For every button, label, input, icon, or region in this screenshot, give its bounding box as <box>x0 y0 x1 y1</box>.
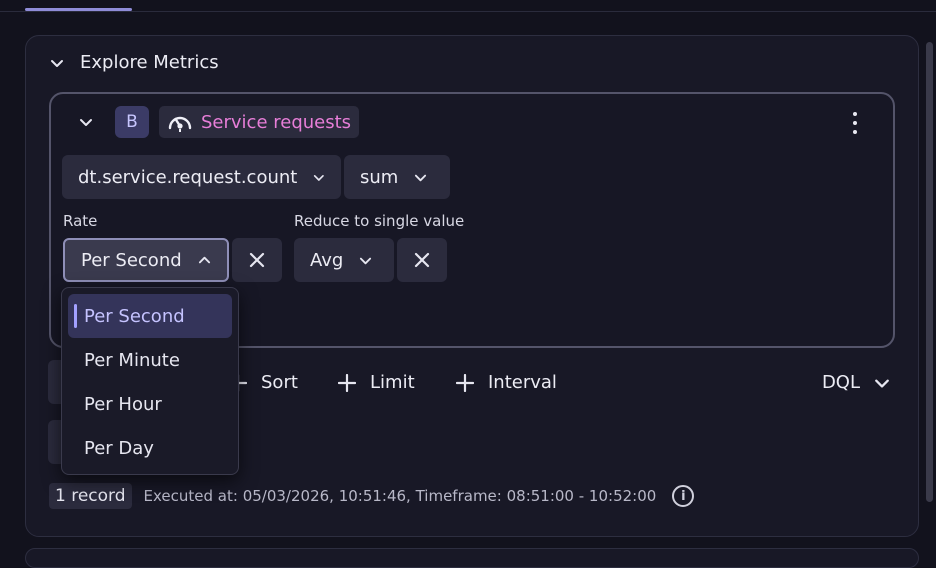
top-tab-bar <box>0 0 936 12</box>
close-icon <box>249 252 265 268</box>
interval-label: Interval <box>488 372 557 393</box>
service-pill[interactable]: Service requests <box>159 106 360 138</box>
record-count-badge: 1 record <box>49 483 132 509</box>
rate-select-value: Per Second <box>81 249 182 271</box>
limit-button[interactable]: Limit <box>338 372 415 393</box>
clear-reduce-button[interactable] <box>397 238 447 282</box>
reduce-select-value: Avg <box>310 249 344 271</box>
reduce-label: Reduce to single value <box>294 212 465 230</box>
aggregation-select[interactable]: sum <box>344 155 450 199</box>
chevron-down-icon <box>875 379 889 388</box>
rate-row: Per Second <box>63 238 282 282</box>
interval-button[interactable]: Interval <box>456 372 557 393</box>
rate-option-per-hour[interactable]: Per Hour <box>68 382 232 426</box>
panel-header[interactable]: Explore Metrics <box>48 52 219 73</box>
clear-rate-button[interactable] <box>232 238 282 282</box>
reduce-select[interactable]: Avg <box>294 238 394 282</box>
rate-option-per-second[interactable]: Per Second <box>68 294 232 338</box>
chevron-up-icon <box>198 256 210 263</box>
plus-icon <box>456 373 474 392</box>
metric-select-value: dt.service.request.count <box>78 166 298 188</box>
result-footer: 1 record Executed at: 05/03/2026, 10:51:… <box>49 483 695 509</box>
next-panel <box>25 548 919 568</box>
reduce-row: Avg <box>294 238 447 282</box>
info-icon[interactable]: i <box>672 485 695 507</box>
aggregation-select-value: sum <box>360 166 399 188</box>
sort-button[interactable]: Sort <box>229 372 298 393</box>
metric-row: dt.service.request.count sum <box>62 155 450 199</box>
more-options-icon[interactable] <box>847 112 863 134</box>
metric-select[interactable]: dt.service.request.count <box>62 155 341 199</box>
query-collapse-chevron-icon[interactable] <box>77 113 95 131</box>
service-name: Service requests <box>201 111 352 133</box>
gauge-icon <box>168 116 192 132</box>
rate-label: Rate <box>63 212 98 230</box>
collapse-chevron-icon[interactable] <box>48 54 66 72</box>
sort-label: Sort <box>261 372 298 393</box>
dql-button[interactable]: DQL <box>822 372 890 393</box>
close-icon <box>414 252 430 268</box>
panel-title: Explore Metrics <box>80 52 219 73</box>
chevron-down-icon <box>314 174 325 181</box>
query-letter-badge[interactable]: B <box>115 106 149 138</box>
rate-option-per-day[interactable]: Per Day <box>68 426 232 470</box>
rate-dropdown-menu: Per Second Per Minute Per Hour Per Day <box>61 287 239 475</box>
dql-label: DQL <box>821 372 860 393</box>
active-tab-indicator <box>25 8 132 11</box>
rate-select[interactable]: Per Second <box>63 238 229 282</box>
query-header: B Service requests <box>77 106 360 138</box>
limit-label: Limit <box>370 372 415 393</box>
chevron-down-icon <box>360 257 372 264</box>
plus-icon <box>338 373 356 392</box>
scrollbar[interactable] <box>926 42 933 502</box>
execution-info: Executed at: 05/03/2026, 10:51:46, Timef… <box>143 487 657 505</box>
rate-option-per-minute[interactable]: Per Minute <box>68 338 232 382</box>
chevron-down-icon <box>415 174 427 181</box>
